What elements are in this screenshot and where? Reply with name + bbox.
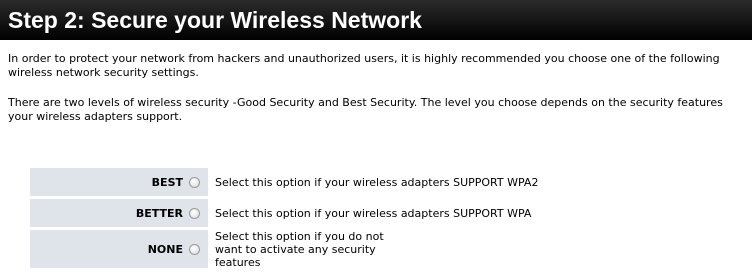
option-row-best: BEST Select this option if your wireless… bbox=[30, 168, 752, 196]
option-description-best: Select this option if your wireless adap… bbox=[215, 175, 539, 189]
intro-paragraph: In order to protect your network from ha… bbox=[8, 52, 720, 79]
option-label-none: NONE bbox=[147, 242, 183, 256]
option-label-cell-best: BEST bbox=[30, 168, 208, 196]
security-options-table: BEST Select this option if your wireless… bbox=[30, 168, 752, 271]
option-row-none: NONE Select this option if you do not wa… bbox=[30, 229, 752, 269]
option-row-better: BETTER Select this option if your wirele… bbox=[30, 199, 752, 227]
page-title: Step 2: Secure your Wireless Network bbox=[0, 0, 752, 40]
radio-better[interactable] bbox=[189, 207, 200, 219]
security-levels-paragraph: There are two levels of wireless securit… bbox=[8, 96, 723, 123]
option-description-none-text: Select this option if you do not want to… bbox=[215, 229, 384, 269]
option-label-cell-better: BETTER bbox=[30, 199, 208, 227]
radio-none[interactable] bbox=[189, 243, 200, 255]
option-description-none: Select this option if you do not want to… bbox=[208, 229, 752, 269]
option-label-best: BEST bbox=[151, 175, 183, 189]
option-label-better: BETTER bbox=[135, 206, 183, 220]
option-description-better: Select this option if your wireless adap… bbox=[215, 206, 532, 220]
option-label-cell-none: NONE bbox=[30, 230, 208, 268]
radio-best[interactable] bbox=[189, 176, 200, 188]
